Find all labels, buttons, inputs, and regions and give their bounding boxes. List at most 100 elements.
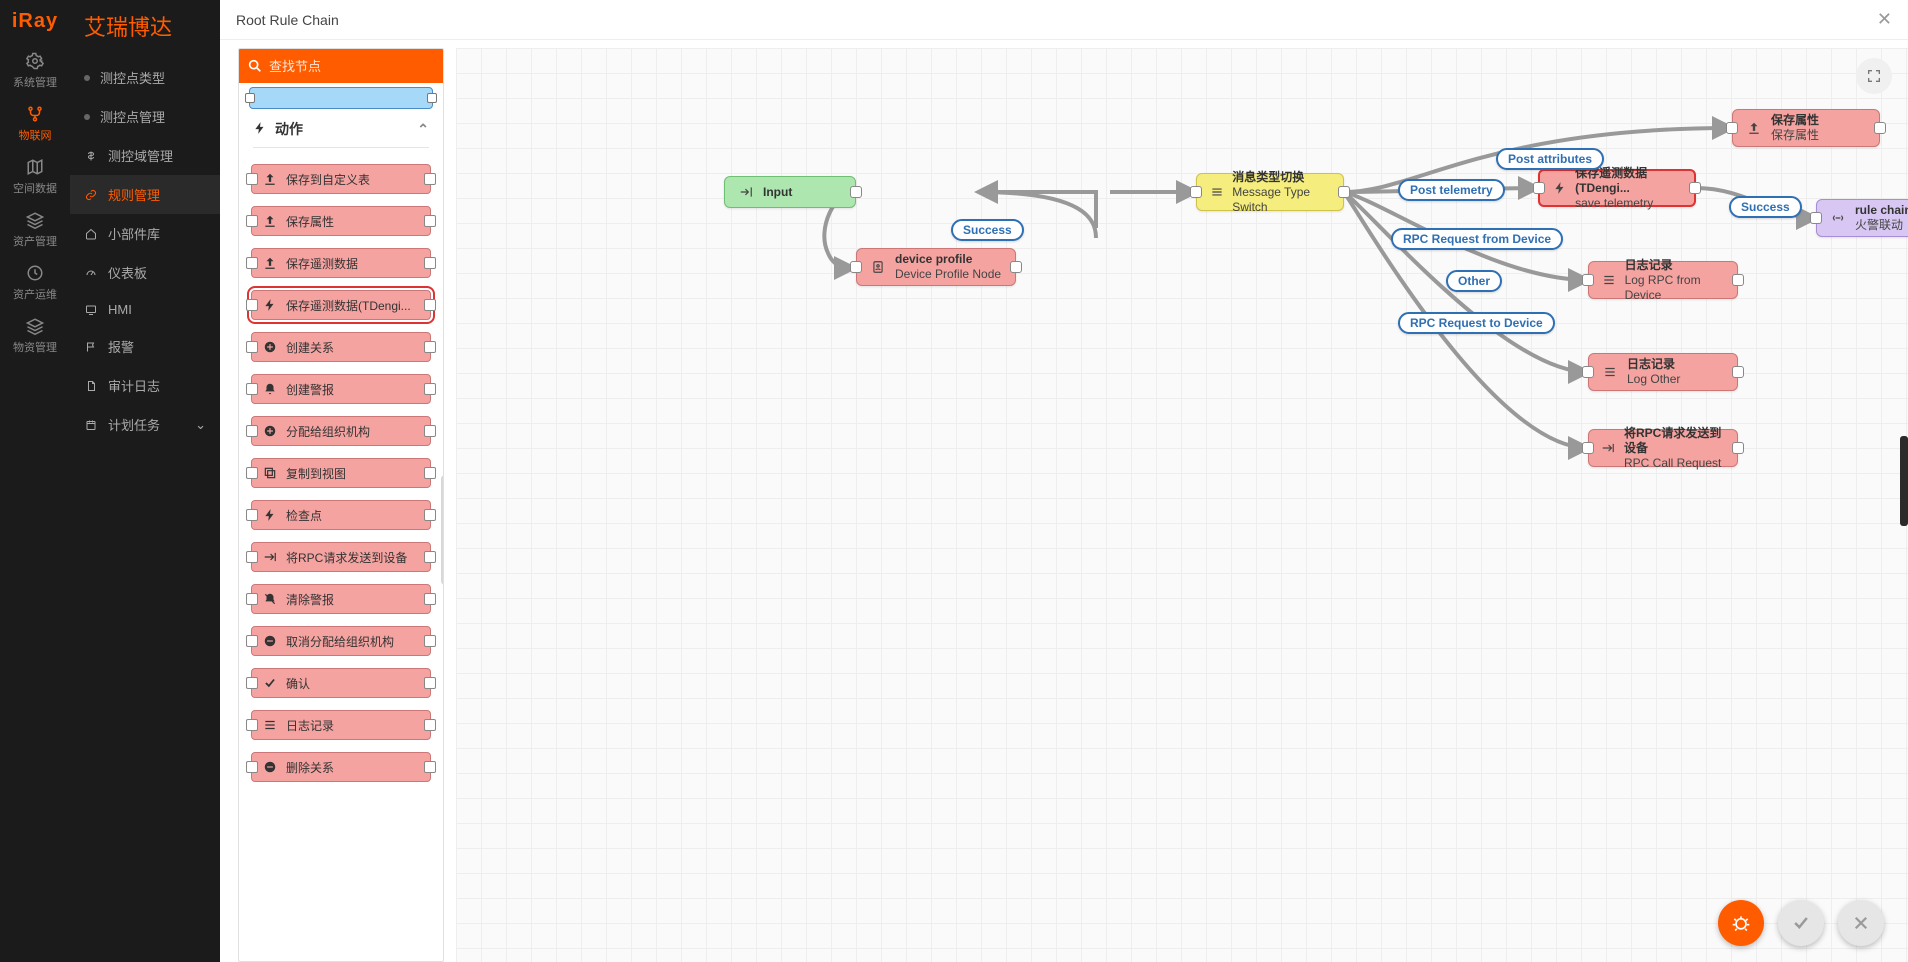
node-log-rpc[interactable]: 日志记录Log RPC from Device [1588, 261, 1738, 299]
palette-node-save-telemetry[interactable]: 保存遥测数据 [251, 248, 431, 278]
nav-iot[interactable]: 物联网 [0, 96, 70, 149]
brand-name: 艾瑞博达 [70, 0, 220, 58]
menu-alarms[interactable]: 报警 [70, 327, 220, 366]
main-area: Root Rule Chain ✕ 动作 ⌃ 保存到自定义表 保存属性 保存遥测… [220, 0, 1908, 962]
port-out[interactable] [1732, 442, 1744, 454]
check-icon [262, 675, 278, 691]
fork-icon [25, 104, 45, 124]
menu-schedule[interactable]: 计划任务⌄ [70, 405, 220, 444]
node-msg-type-switch[interactable]: 消息类型切换Message Type Switch [1196, 173, 1344, 211]
port-out[interactable] [850, 186, 862, 198]
edge-label-success-2[interactable]: Success [1729, 196, 1802, 218]
node-palette: 动作 ⌃ 保存到自定义表 保存属性 保存遥测数据 保存遥测数据(TDengi..… [238, 48, 444, 962]
palette-scrollbar[interactable] [441, 63, 444, 921]
fullscreen-button[interactable] [1856, 58, 1892, 94]
chevron-down-icon: ⌄ [195, 417, 206, 433]
bolt-icon [1552, 179, 1567, 197]
bolt-icon [262, 297, 278, 313]
edge-label-rpc-to-device[interactable]: RPC Request to Device [1398, 312, 1555, 334]
port-out[interactable] [1732, 366, 1744, 378]
bolt-icon [253, 121, 267, 138]
palette-node-clear-alarm[interactable]: 清除警报 [251, 584, 431, 614]
port-out[interactable] [1338, 186, 1350, 198]
palette-node-create-relation[interactable]: 创建关系 [251, 332, 431, 362]
discard-button[interactable] [1838, 900, 1884, 946]
palette-node-assign-org[interactable]: 分配给组织机构 [251, 416, 431, 446]
edge-label-post-telemetry[interactable]: Post telemetry [1398, 179, 1505, 201]
home-icon [84, 227, 98, 241]
port-in[interactable] [1726, 122, 1738, 134]
close-icon[interactable]: ✕ [1877, 9, 1892, 30]
port-in[interactable] [1582, 274, 1594, 286]
plus-icon [262, 339, 278, 355]
palette-node-save-custom-table[interactable]: 保存到自定义表 [251, 164, 431, 194]
node-rule-chain[interactable]: rule chain火警联动 ↳ [1816, 199, 1908, 237]
map-icon [25, 157, 45, 177]
chevron-up-icon: ⌃ [417, 121, 429, 138]
node-save-telemetry-tdengine[interactable]: 保存遥测数据(TDengi...save telemetry [1538, 169, 1696, 207]
port-in[interactable] [1582, 442, 1594, 454]
port-in[interactable] [850, 261, 862, 273]
brand-logo: iRay [12, 10, 58, 33]
palette-node-log[interactable]: 日志记录 [251, 710, 431, 740]
node-rpc-call-request[interactable]: 将RPC请求发送到设备RPC Call Request [1588, 429, 1738, 467]
menu-dashboard[interactable]: 仪表板 [70, 253, 220, 292]
nav-assets[interactable]: 资产管理 [0, 202, 70, 255]
minus-icon [262, 759, 278, 775]
palette-node-copy-view[interactable]: 复制到视图 [251, 458, 431, 488]
port-in[interactable] [1582, 366, 1594, 378]
minus-icon [262, 633, 278, 649]
nav-spatial[interactable]: 空间数据 [0, 149, 70, 202]
page-title: Root Rule Chain [236, 12, 339, 28]
screen-icon [84, 303, 98, 317]
port-in[interactable] [1810, 212, 1822, 224]
send-icon [1601, 439, 1616, 457]
window-scrollbar[interactable] [1900, 436, 1908, 526]
palette-node-save-telemetry-tdengine[interactable]: 保存遥测数据(TDengi... [251, 290, 431, 320]
port-out[interactable] [1689, 182, 1701, 194]
palette-list: 保存到自定义表 保存属性 保存遥测数据 保存遥测数据(TDengi... 创建关… [239, 154, 443, 961]
edge-label-success[interactable]: Success [951, 219, 1024, 241]
palette-node-save-attrs[interactable]: 保存属性 [251, 206, 431, 236]
port-out[interactable] [1874, 122, 1886, 134]
palette-search-input[interactable] [263, 59, 444, 74]
switch-icon [1209, 183, 1224, 201]
input-icon [737, 183, 755, 201]
apply-button[interactable] [1778, 900, 1824, 946]
port-out[interactable] [1732, 274, 1744, 286]
nav-ops[interactable]: 资产运维 [0, 255, 70, 308]
rule-chain-canvas[interactable]: Input device profileDevice Profile Node … [456, 48, 1908, 962]
node-save-attrs[interactable]: 保存属性保存属性 [1732, 109, 1880, 147]
port-in[interactable] [1190, 186, 1202, 198]
palette-node-delete-relation[interactable]: 删除关系 [251, 752, 431, 782]
primary-nav: iRay 系统管理 物联网 空间数据 资产管理 资产运维 物资管理 [0, 0, 70, 962]
debug-button[interactable] [1718, 900, 1764, 946]
gear-icon [25, 51, 45, 71]
node-device-profile[interactable]: device profileDevice Profile Node [856, 248, 1016, 286]
gauge-icon [84, 266, 98, 280]
palette-node-create-alarm[interactable]: 创建警报 [251, 374, 431, 404]
menu-widgets[interactable]: 小部件库 [70, 214, 220, 253]
palette-node-rpc-to-device[interactable]: 将RPC请求发送到设备 [251, 542, 431, 572]
edge-label-post-attributes[interactable]: Post attributes [1496, 148, 1604, 170]
menu-hmi[interactable]: HMI [70, 292, 220, 327]
menu-point-types[interactable]: 测控点类型 [70, 58, 220, 97]
menu-point-mgmt[interactable]: 测控点管理 [70, 97, 220, 136]
palette-section-header[interactable]: 动作 ⌃ [239, 109, 443, 147]
chain-icon [1829, 209, 1847, 227]
node-log-other[interactable]: 日志记录Log Other [1588, 353, 1738, 391]
nav-system[interactable]: 系统管理 [0, 43, 70, 96]
port-in[interactable] [1533, 182, 1545, 194]
edge-label-rpc-from-device[interactable]: RPC Request from Device [1391, 228, 1563, 250]
menu-audit[interactable]: 审计日志 [70, 366, 220, 405]
palette-prev-group-peek[interactable] [249, 87, 433, 109]
menu-rule-mgmt[interactable]: 规则管理 [70, 175, 220, 214]
palette-node-checkpoint[interactable]: 检查点 [251, 500, 431, 530]
edge-label-other[interactable]: Other [1446, 270, 1502, 292]
port-out[interactable] [1010, 261, 1022, 273]
palette-node-ack[interactable]: 确认 [251, 668, 431, 698]
palette-node-unassign-org[interactable]: 取消分配给组织机构 [251, 626, 431, 656]
node-input[interactable]: Input [724, 176, 856, 208]
menu-domain-mgmt[interactable]: 测控域管理 [70, 136, 220, 175]
nav-materials[interactable]: 物资管理 [0, 308, 70, 361]
